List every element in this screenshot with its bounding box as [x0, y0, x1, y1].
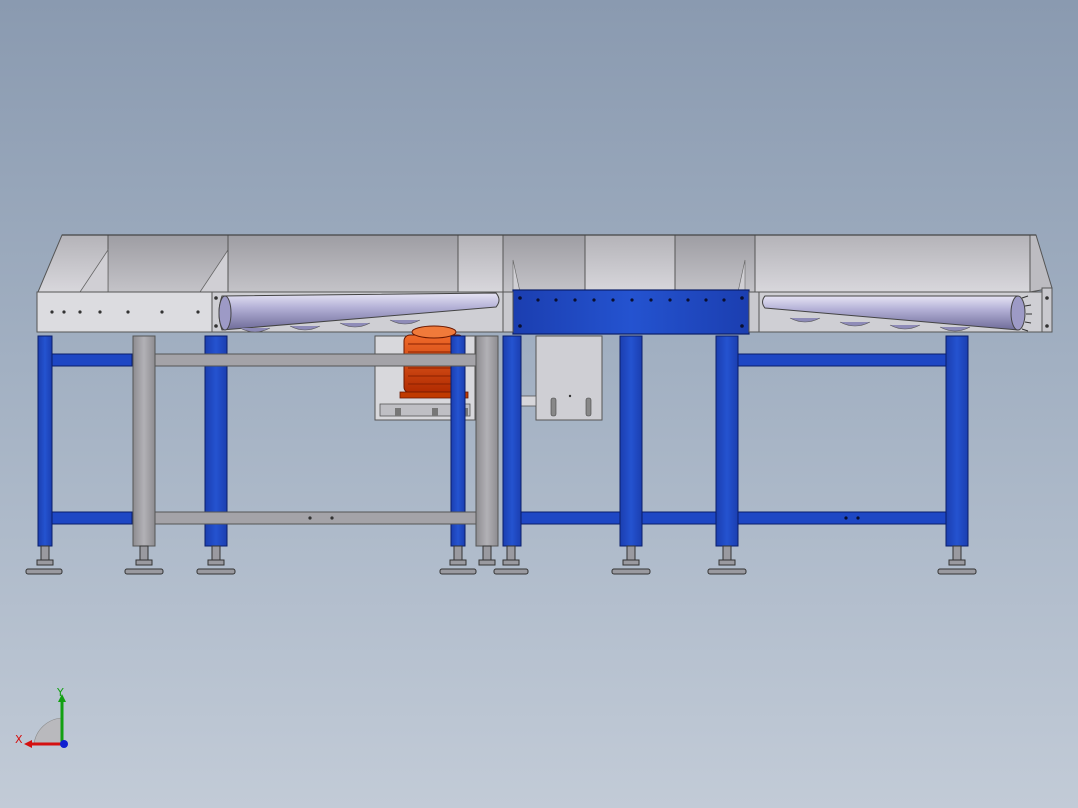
orientation-triad[interactable]: Y X: [14, 686, 74, 756]
graphics-viewport[interactable]: Y X: [0, 0, 1078, 808]
conveyor-model[interactable]: [0, 0, 1078, 808]
z-axis-dot-icon: [60, 740, 68, 748]
hopper-trough: [37, 234, 1053, 293]
x-axis-label: X: [15, 733, 23, 746]
gear-box-bracket: [519, 335, 603, 421]
y-axis-label: Y: [56, 686, 64, 699]
leveling-feet: [25, 545, 977, 575]
triad-plane-icon: [33, 717, 63, 745]
x-arrowhead-icon: [24, 740, 32, 748]
